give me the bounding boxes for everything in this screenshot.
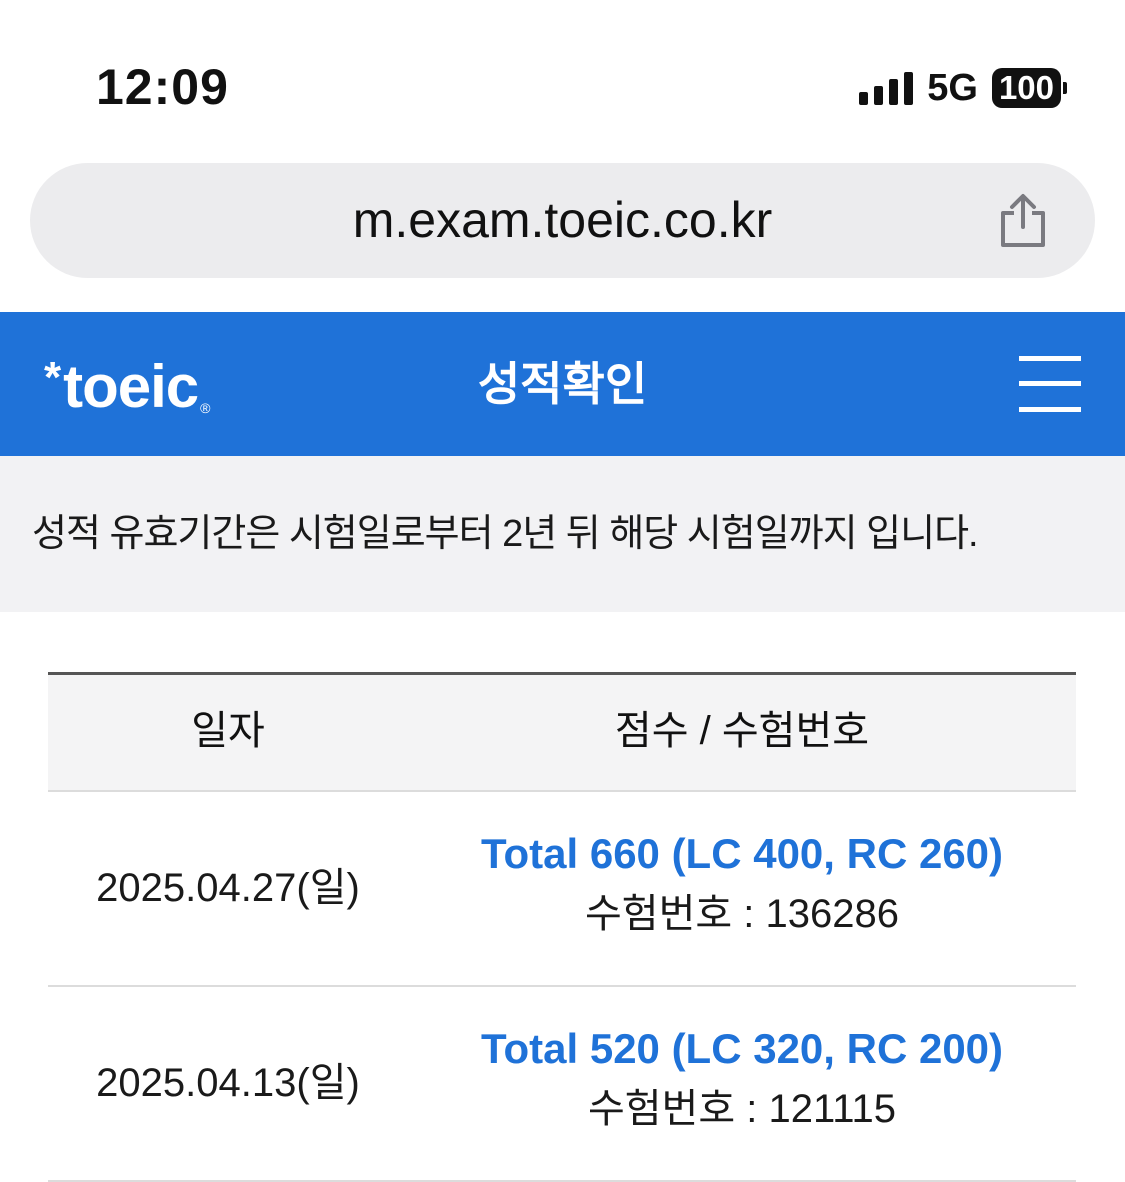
page-title: 성적확인 (477, 358, 648, 410)
row-score-cell: Total 660 (LC 400, RC 260) 수험번호 : 136286 (408, 826, 1076, 946)
row-date: 2025.04.27(일) (96, 866, 360, 910)
share-icon[interactable] (993, 191, 1053, 251)
exam-number: 수험번호 : 136286 (584, 892, 900, 936)
table-row: 2025.04.13(일) Total 520 (LC 320, RC 200)… (48, 987, 1076, 1182)
status-bar: 12:09 5G 100 (0, 0, 1125, 150)
url-text[interactable]: m.exam.toeic.co.kr (30, 163, 1095, 278)
logo-star-icon: * (44, 353, 62, 402)
battery-icon: 100 (991, 68, 1067, 108)
network-type: 5G (927, 66, 978, 109)
row-date: 2025.04.13(일) (96, 1061, 360, 1105)
exam-number: 수험번호 : 121115 (587, 1087, 897, 1131)
hamburger-menu-icon[interactable] (1019, 356, 1081, 412)
battery-level: 100 (991, 68, 1061, 108)
app-header: * toeic ® 성적확인 (0, 312, 1125, 456)
logo-registered-mark: ® (200, 400, 211, 416)
table-header: 일자 점수 / 수험번호 (48, 672, 1076, 792)
score-link[interactable]: Total 520 (LC 320, RC 200) (408, 1021, 1076, 1077)
score-link[interactable]: Total 660 (LC 400, RC 260) (408, 826, 1076, 882)
score-table: 일자 점수 / 수험번호 2025.04.27(일) Total 660 (LC… (48, 672, 1076, 1182)
column-header-date: 일자 (191, 709, 265, 753)
status-indicators: 5G 100 (859, 66, 1067, 110)
validity-notice: 성적 유효기간은 시험일로부터 2년 뒤 해당 시험일까지 입니다. (0, 456, 1125, 612)
cellular-signal-icon (859, 71, 914, 105)
logo-text: toeic (63, 353, 199, 420)
row-score-cell: Total 520 (LC 320, RC 200) 수험번호 : 121115 (408, 1021, 1076, 1141)
battery-tip (1063, 82, 1067, 94)
toeic-logo[interactable]: * toeic ® (44, 352, 211, 422)
table-row: 2025.04.27(일) Total 660 (LC 400, RC 260)… (48, 792, 1076, 987)
column-header-score: 점수 / 수험번호 (614, 709, 870, 753)
status-clock: 12:09 (96, 59, 229, 115)
url-bar[interactable]: m.exam.toeic.co.kr (30, 163, 1095, 278)
notice-text: 성적 유효기간은 시험일로부터 2년 뒤 해당 시험일까지 입니다. (32, 513, 979, 555)
